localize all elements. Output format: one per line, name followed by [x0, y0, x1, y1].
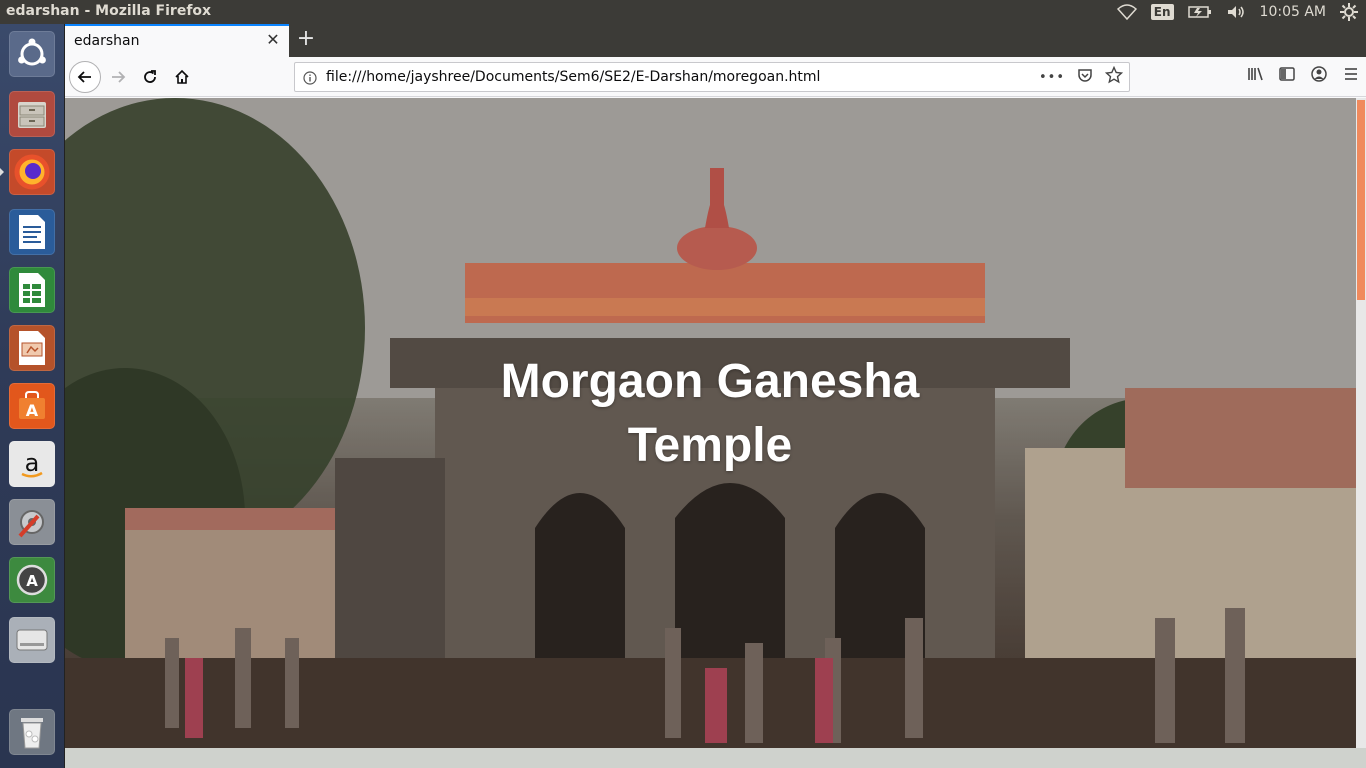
launcher-disk[interactable] — [6, 614, 58, 666]
software-center-icon: A — [9, 383, 55, 429]
hero-banner: Morgaon Ganesha Temple — [65, 98, 1356, 748]
firefox-icon — [9, 149, 55, 195]
unity-launcher: A a A — [0, 24, 65, 768]
firefox-window: edarshan ✕ + file:///home/jayshree/Docum… — [65, 24, 1366, 768]
disk-icon — [9, 617, 55, 663]
window-title: edarshan - Mozilla Firefox — [6, 3, 212, 19]
launcher-ubuntu-software[interactable]: A — [6, 380, 58, 432]
settings-icon — [9, 499, 55, 545]
toolbar-right — [1246, 65, 1360, 87]
launcher-software-updater[interactable]: A — [6, 554, 58, 606]
launcher-writer[interactable] — [6, 206, 58, 258]
launcher-calc[interactable] — [6, 264, 58, 316]
tab-title: edarshan — [74, 33, 140, 49]
page-scrollbar[interactable] — [1356, 98, 1366, 748]
volume-icon[interactable] — [1226, 4, 1246, 20]
software-updater-icon: A — [9, 557, 55, 603]
site-info-icon[interactable] — [303, 70, 317, 89]
url-bar-actions: ••• — [1039, 65, 1124, 88]
file-cabinet-icon — [9, 91, 55, 137]
clock[interactable]: 10:05 AM — [1260, 4, 1326, 20]
close-tab-icon[interactable]: ✕ — [265, 32, 281, 48]
sidebar-icon[interactable] — [1278, 65, 1296, 87]
ubuntu-dash-button[interactable] — [6, 28, 58, 80]
system-menu-gear-icon[interactable] — [1340, 3, 1358, 21]
back-arrow-icon — [77, 71, 91, 83]
writer-icon — [9, 209, 55, 255]
wifi-icon[interactable] — [1116, 4, 1137, 20]
tab-edarshan[interactable]: edarshan ✕ — [65, 24, 289, 57]
page-viewport: Morgaon Ganesha Temple — [65, 98, 1366, 768]
launcher-firefox[interactable] — [6, 146, 58, 198]
hamburger-menu-icon[interactable] — [1342, 65, 1360, 87]
bookmark-star-icon[interactable] — [1104, 65, 1124, 88]
running-indicator — [0, 168, 4, 176]
reload-icon — [144, 70, 156, 83]
impress-icon — [9, 325, 55, 371]
trash-icon — [9, 709, 55, 755]
url-bar[interactable]: file:///home/jayshree/Documents/Sem6/SE2… — [294, 62, 1130, 92]
library-icon[interactable] — [1246, 65, 1264, 87]
url-text[interactable]: file:///home/jayshree/Documents/Sem6/SE2… — [326, 69, 820, 85]
hero-title: Morgaon Ganesha Temple — [500, 355, 920, 472]
tab-bar: edarshan ✕ + — [65, 24, 1366, 57]
svg-text:A: A — [26, 572, 38, 590]
new-tab-button[interactable]: + — [295, 28, 317, 51]
amazon-icon: a — [9, 441, 55, 487]
launcher-files[interactable] — [6, 88, 58, 140]
launcher-trash[interactable] — [6, 706, 58, 758]
keyboard-layout-indicator[interactable]: En — [1150, 4, 1174, 20]
home-button[interactable] — [167, 62, 197, 92]
navigation-toolbar: file:///home/jayshree/Documents/Sem6/SE2… — [65, 57, 1366, 97]
forward-button[interactable] — [103, 62, 133, 92]
scrollbar-thumb[interactable] — [1357, 100, 1365, 300]
forward-arrow-icon — [112, 71, 126, 83]
ubuntu-logo-icon — [9, 31, 55, 77]
launcher-system-settings[interactable] — [6, 496, 58, 548]
pocket-icon[interactable] — [1077, 67, 1093, 87]
battery-icon[interactable] — [1187, 5, 1212, 19]
back-button[interactable] — [69, 61, 101, 93]
account-icon[interactable] — [1310, 65, 1328, 87]
top-panel: edarshan - Mozilla Firefox En 10:05 AM — [0, 0, 1366, 24]
svg-text:a: a — [25, 449, 40, 477]
svg-text:A: A — [26, 401, 39, 420]
launcher-impress[interactable] — [6, 322, 58, 374]
home-icon — [175, 69, 189, 84]
system-tray: En 10:05 AM — [1116, 0, 1358, 24]
launcher-amazon[interactable]: a — [6, 438, 58, 490]
page-actions-button[interactable]: ••• — [1039, 70, 1065, 85]
calc-icon — [9, 267, 55, 313]
reload-button[interactable] — [135, 62, 165, 92]
